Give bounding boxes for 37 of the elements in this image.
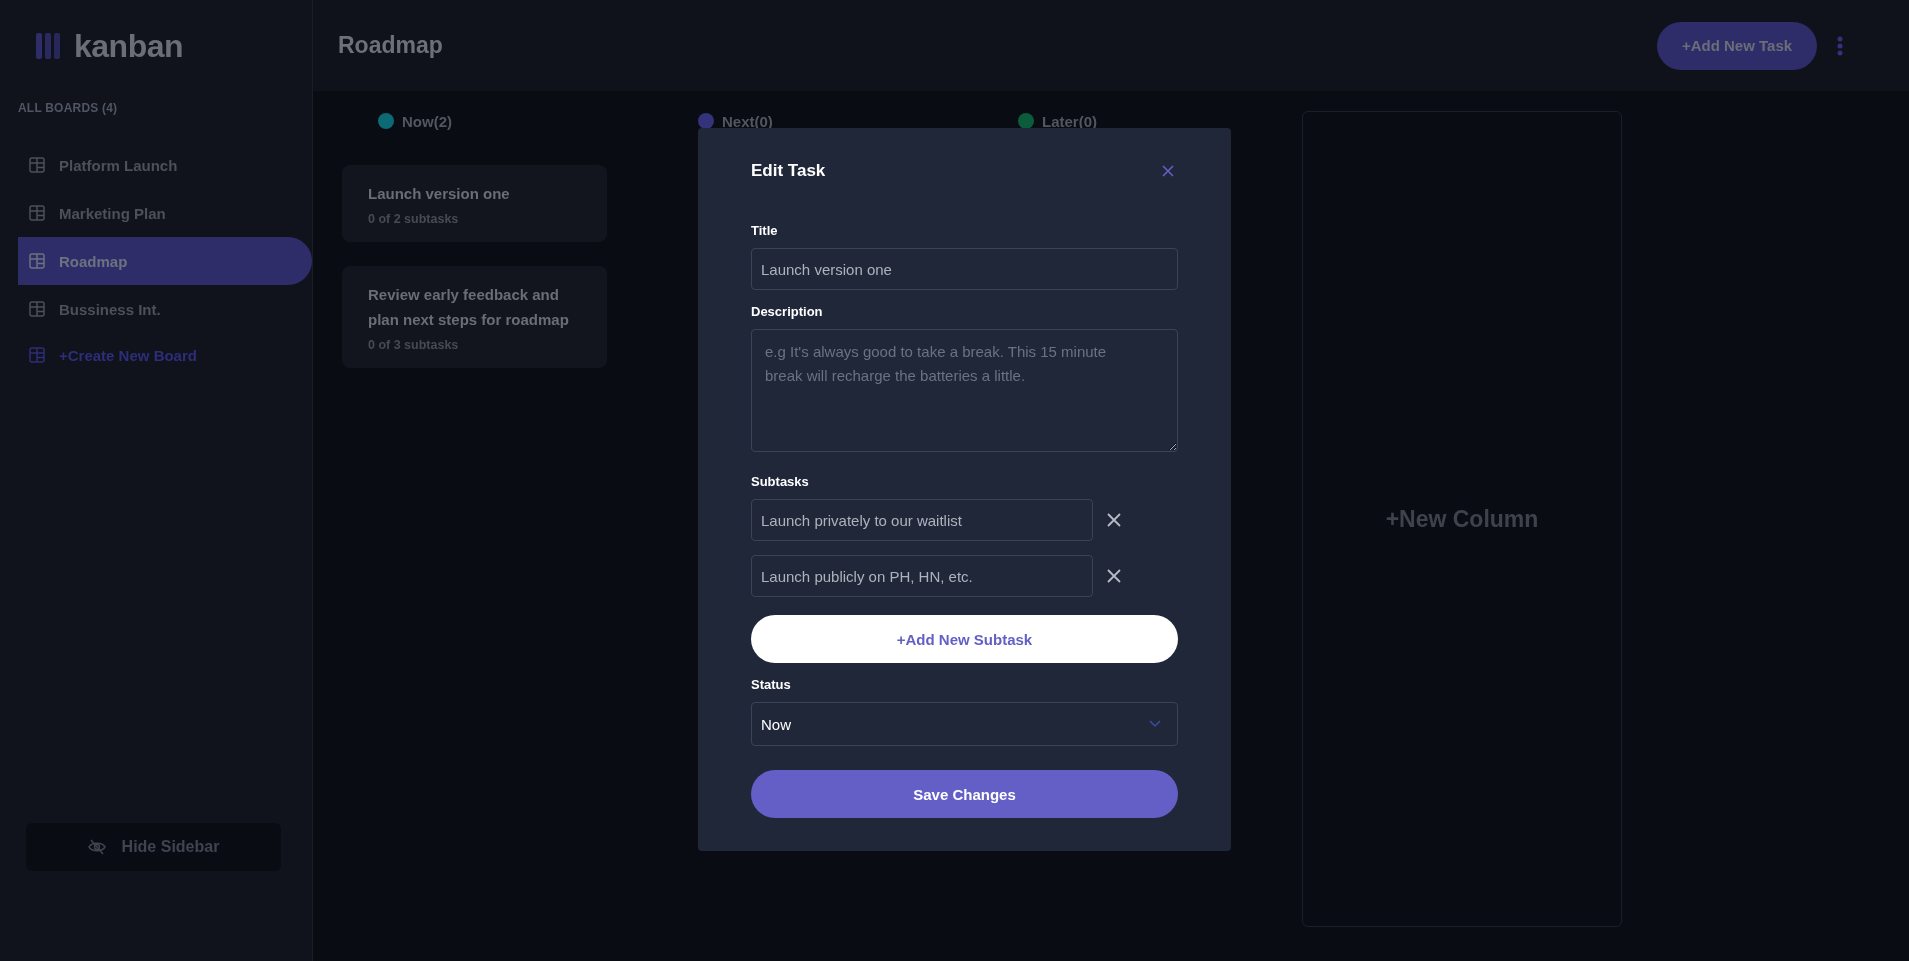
- board-icon: [29, 205, 45, 221]
- field-label: Title: [751, 223, 779, 238]
- dialog-title: Edit Task: [751, 161, 826, 181]
- card-title: Review early feedback and plan next steps for roadmap: [368, 285, 570, 330]
- board-item[interactable]: Bussiness Int.: [18, 285, 312, 333]
- close-icon[interactable]: [1107, 513, 1121, 527]
- field-label: Description: [751, 304, 824, 319]
- subtask-field[interactable]: Launch privately to our waitlist: [751, 499, 1093, 541]
- eye-slash-icon: [87, 839, 106, 855]
- status-dropdown[interactable]: Now: [751, 702, 1178, 746]
- field-label: Subtasks: [751, 474, 810, 489]
- board-item[interactable]: Marketing Plan: [18, 189, 312, 237]
- board-item[interactable]: Platform Launch: [18, 141, 312, 189]
- boards-heading: ALL BOARDS (4): [18, 101, 119, 115]
- logo-icon: [36, 33, 60, 59]
- column-title: Next(0): [722, 112, 773, 130]
- close-icon[interactable]: [1107, 569, 1121, 583]
- board-icon: [29, 301, 45, 317]
- board-item[interactable]: Roadmap: [18, 237, 312, 285]
- hide-sidebar-button[interactable]: Hide Sidebar: [26, 823, 281, 871]
- add-task-button[interactable]: +Add New Task: [1657, 21, 1817, 70]
- description-field[interactable]: e.g It's always good to take a break. This 15 minute break will recharge the batteries a little.: [751, 329, 1178, 452]
- field-label: Status: [751, 677, 792, 692]
- column-title: Later(0): [1042, 112, 1097, 130]
- subtask-field[interactable]: Launch publicly on PH, HN, etc.: [751, 555, 1093, 597]
- card-title: Launch version one: [368, 184, 511, 204]
- save-changes-button[interactable]: Save Changes: [751, 770, 1178, 818]
- board-icon: [29, 347, 45, 363]
- board-icon: [29, 157, 45, 173]
- board-title: Roadmap: [338, 32, 443, 59]
- column-title: Now(2): [402, 112, 452, 130]
- new-column-button[interactable]: +New Column: [1302, 111, 1622, 927]
- title-field[interactable]: Launch version one: [751, 248, 1178, 290]
- app-logo: kanban: [74, 27, 184, 65]
- chevron-down-icon: [1149, 720, 1161, 728]
- add-subtask-button[interactable]: +Add New Subtask: [751, 615, 1178, 663]
- board-icon: [29, 253, 45, 269]
